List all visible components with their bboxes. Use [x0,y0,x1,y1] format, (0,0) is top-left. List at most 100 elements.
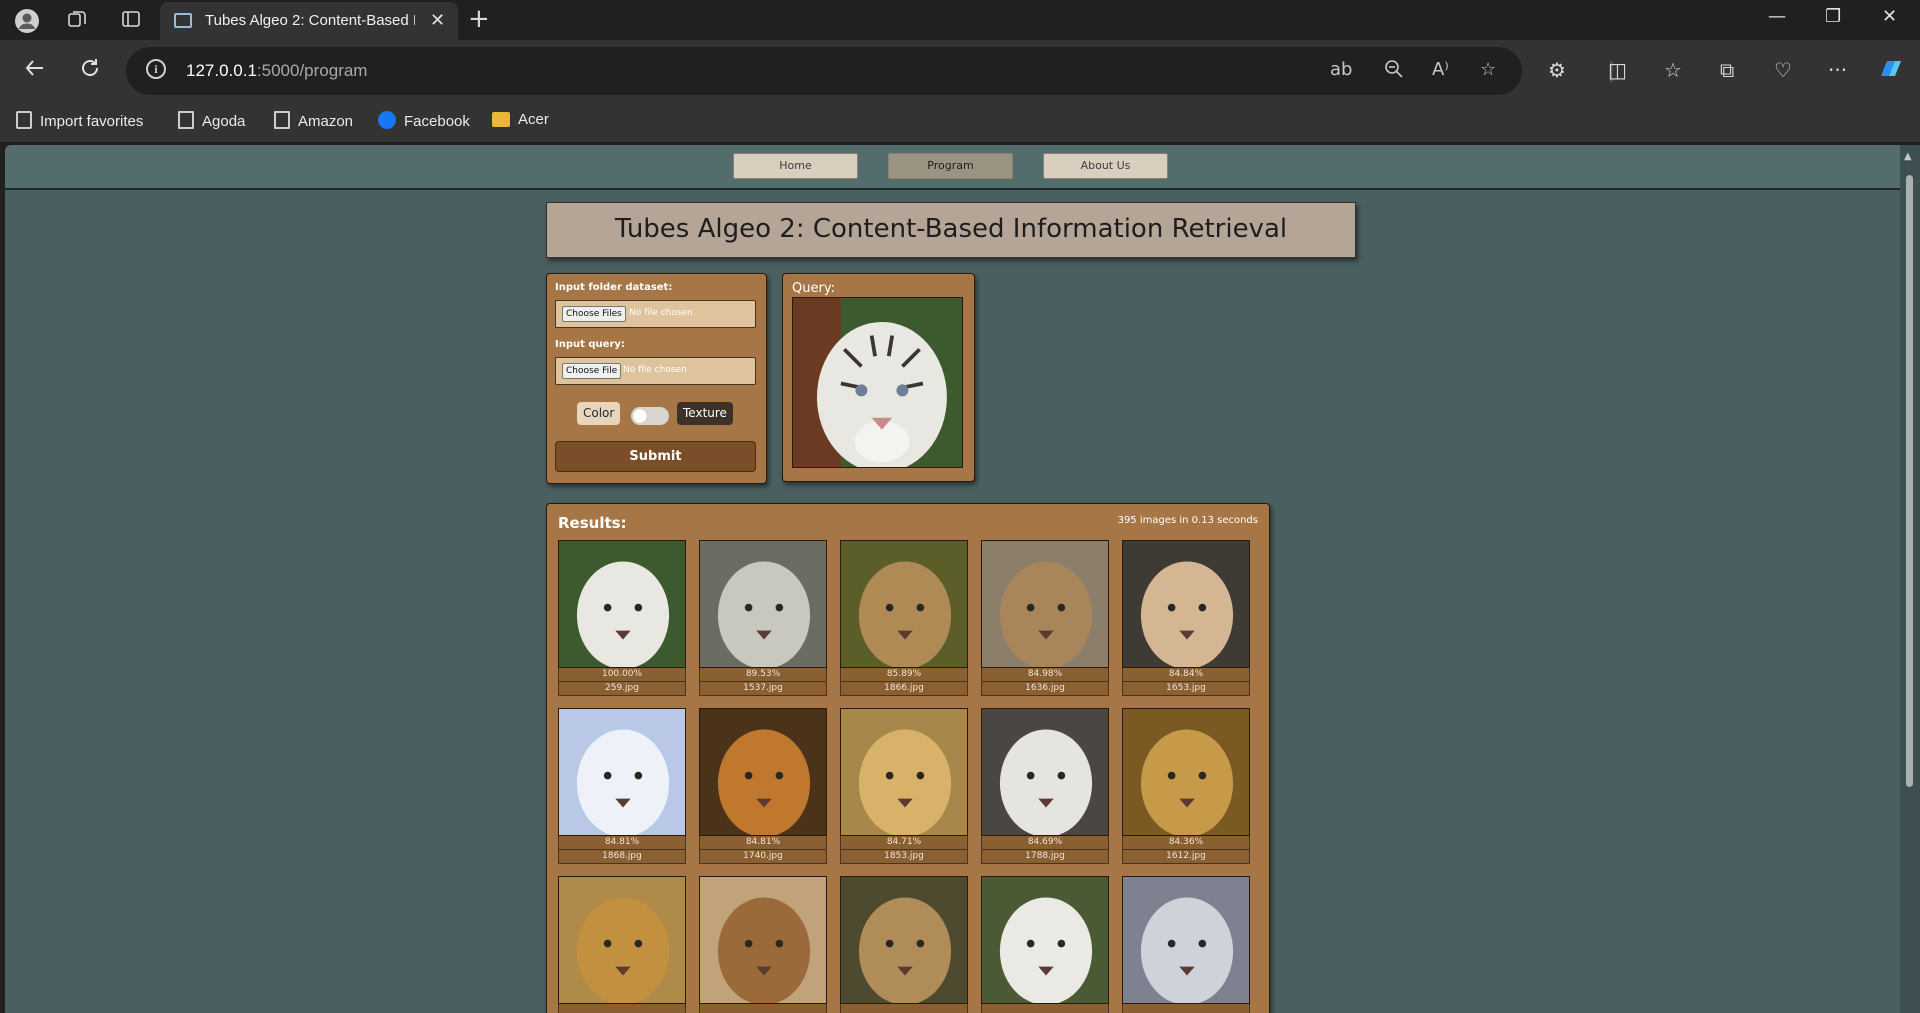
query-file-input[interactable]: Choose File No file chosen [555,357,756,385]
result-card[interactable]: 84.69% 1788.jpg [981,708,1109,864]
result-card[interactable] [981,876,1109,1013]
favorites-icon[interactable]: ☆ [1664,58,1682,82]
import-icon [16,111,32,129]
vertical-tabs-icon[interactable] [120,8,144,32]
terminal-icon [174,13,192,28]
result-score: 89.53% [699,668,827,682]
result-card[interactable]: 84.36% 1612.jpg [1122,708,1250,864]
texture-option-label[interactable]: Texture [677,402,733,425]
submit-button[interactable]: Submit [555,441,756,472]
result-image[interactable] [840,708,968,836]
result-score: 84.36% [1122,836,1250,850]
scrollbar-thumb[interactable] [1906,175,1913,787]
dataset-file-status: No file chosen [629,308,693,318]
result-image[interactable] [1122,876,1250,1004]
result-image[interactable] [981,876,1109,1004]
nav-about-button[interactable]: About Us [1043,153,1168,179]
result-card[interactable] [699,876,827,1013]
restore-icon[interactable]: ❐ [1825,6,1841,27]
result-card[interactable]: 84.81% 1868.jpg [558,708,686,864]
result-filename: 1653.jpg [1122,682,1250,696]
result-image[interactable] [699,540,827,668]
result-card[interactable]: 100.00% 259.jpg [558,540,686,696]
result-card[interactable]: 89.53% 1537.jpg [699,540,827,696]
nav-home-button[interactable]: Home [733,153,858,179]
result-filename: 1636.jpg [981,682,1109,696]
site-navbar: Home Program About Us [5,145,1900,190]
extensions-icon[interactable]: ⚙ [1548,58,1566,82]
result-image[interactable] [558,708,686,836]
folder-icon [492,112,510,127]
page-viewport: Home Program About Us Tubes Algeo 2: Con… [5,145,1900,1013]
zoom-icon[interactable] [1384,59,1404,79]
dataset-label: Input folder dataset: [555,282,673,293]
refresh-icon[interactable] [78,56,102,80]
query-title: Query: [792,281,835,296]
browser-essentials-icon[interactable]: ♡ [1774,58,1792,82]
close-window-icon[interactable]: ✕ [1882,6,1897,27]
result-score: 100.00% [558,668,686,682]
result-image[interactable] [981,540,1109,668]
tab-title: Tubes Algeo 2: Content-Based In [205,12,415,29]
back-icon[interactable] [23,56,47,80]
result-card[interactable]: 84.81% 1740.jpg [699,708,827,864]
translate-icon[interactable]: ab [1330,59,1352,80]
tab-active[interactable]: Tubes Algeo 2: Content-Based In ✕ [160,2,458,40]
result-image[interactable] [558,876,686,1004]
more-icon[interactable]: ··· [1828,58,1847,82]
result-card[interactable]: 84.98% 1636.jpg [981,540,1109,696]
url-text[interactable]: 127.0.0.1:5000/program [186,61,367,81]
bookmark-acer[interactable]: Acer [492,111,549,128]
result-card[interactable] [558,876,686,1013]
result-card[interactable]: 84.84% 1653.jpg [1122,540,1250,696]
result-image[interactable] [1122,540,1250,668]
result-score: 84.81% [699,836,827,850]
copilot-icon[interactable] [1878,58,1904,80]
collections-icon[interactable]: ⧉ [1720,58,1734,82]
choose-files-button[interactable]: Choose Files [562,306,626,322]
result-image[interactable] [840,540,968,668]
query-label: Input query: [555,339,625,350]
workspaces-icon[interactable] [66,8,90,32]
result-image[interactable] [699,876,827,1004]
bookmark-amazon[interactable]: Amazon [274,111,353,130]
result-card[interactable] [840,876,968,1013]
close-icon[interactable]: ✕ [430,10,445,31]
result-score [840,1004,968,1013]
toggle-knob [633,409,647,423]
result-image[interactable] [558,540,686,668]
result-image[interactable] [981,708,1109,836]
profile-icon[interactable] [14,8,39,33]
minimize-icon[interactable]: — [1768,6,1786,27]
bookmark-import-favorites[interactable]: Import favorites [16,111,143,130]
result-score [1122,1004,1250,1013]
page-icon [178,111,194,129]
choose-file-button[interactable]: Choose File [562,363,622,379]
color-texture-toggle[interactable] [631,407,669,425]
result-card[interactable] [1122,876,1250,1013]
result-image[interactable] [1122,708,1250,836]
scroll-up-icon[interactable]: ▲ [1904,151,1912,162]
browser-titlebar: Tubes Algeo 2: Content-Based In ✕ + — ❐ … [0,0,1920,40]
site-info-icon[interactable]: i [146,59,166,79]
split-screen-icon[interactable]: ◫ [1608,58,1627,82]
result-image[interactable] [699,708,827,836]
result-card[interactable]: 84.71% 1853.jpg [840,708,968,864]
result-filename: 259.jpg [558,682,686,696]
page-scrollbar[interactable]: ▲ [1900,145,1920,1013]
result-card[interactable]: 85.89% 1866.jpg [840,540,968,696]
result-score: 84.69% [981,836,1109,850]
result-filename: 1853.jpg [840,850,968,864]
dataset-file-input[interactable]: Choose Files No file chosen [555,300,756,328]
favorite-star-icon[interactable]: ☆ [1480,59,1496,80]
nav-program-button[interactable]: Program [888,153,1013,179]
results-stats: 395 images in 0.13 seconds [1117,515,1258,526]
address-bar[interactable]: i 127.0.0.1:5000/program ab A⁾ ☆ [126,47,1522,95]
bookmark-agoda[interactable]: Agoda [178,111,245,130]
result-image[interactable] [840,876,968,1004]
result-score [558,1004,686,1013]
new-tab-icon[interactable]: + [468,4,490,34]
bookmark-facebook[interactable]: Facebook [378,111,470,130]
read-aloud-icon[interactable]: A⁾ [1432,59,1449,80]
color-option-label[interactable]: Color [577,402,621,425]
